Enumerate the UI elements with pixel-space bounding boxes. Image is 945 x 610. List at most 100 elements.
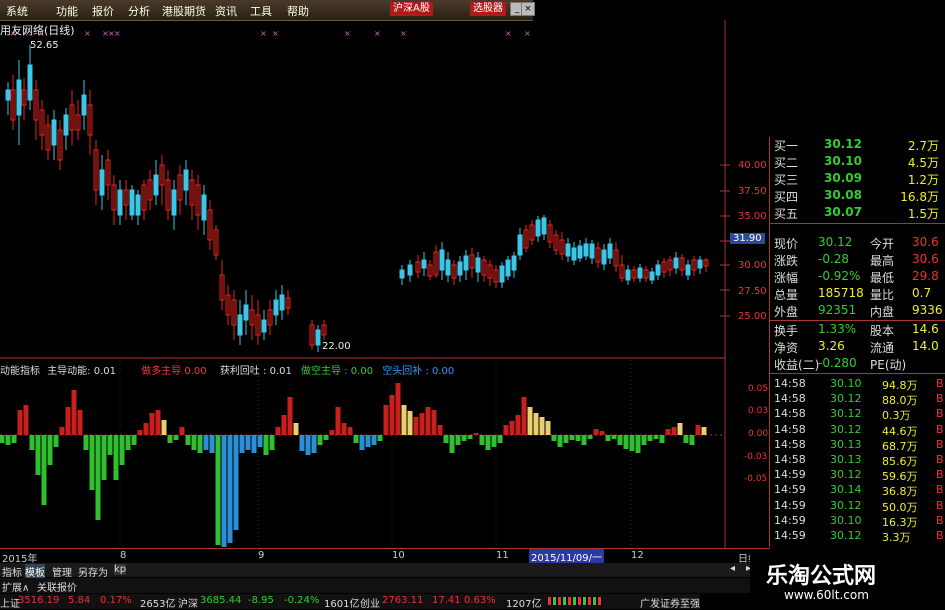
indicator-bar <box>341 423 347 435</box>
indicator-bar <box>443 435 449 443</box>
expand-button[interactable]: 扩展∧ <box>2 579 29 594</box>
tick-volume: 50.0万 <box>882 500 918 514</box>
date-tick: 9 <box>258 550 265 561</box>
price-tick: 37.50 <box>738 186 767 197</box>
tab-save-as[interactable]: 另存为 <box>78 564 108 579</box>
bid-price: 30.08 <box>824 188 862 202</box>
indicator-bar <box>461 435 467 441</box>
indicator-bar <box>221 435 227 547</box>
indicator-bar <box>95 435 101 520</box>
tick-price: 30.10 <box>830 513 862 527</box>
bid-row[interactable]: 买三 30.09 1.2万 <box>770 171 945 187</box>
tick-side: B <box>936 377 944 390</box>
indicator-bar <box>425 407 431 435</box>
tick-price: 30.12 <box>830 529 862 542</box>
indicator-bar <box>485 435 491 450</box>
bid-row[interactable]: 买五 30.07 1.5万 <box>770 205 945 221</box>
menu-system[interactable]: 系统 <box>6 3 28 19</box>
tick-side: B <box>936 529 944 542</box>
indicator-bar <box>527 407 533 435</box>
signal-marker: × <box>505 29 512 38</box>
signal-marker: × <box>272 29 279 38</box>
candle-body <box>439 249 445 271</box>
menu-help[interactable]: 帮助 <box>287 3 309 19</box>
stat-label: 今开 <box>870 237 895 251</box>
tick-time: 14:59 <box>774 498 806 512</box>
indicator-bar <box>59 427 65 435</box>
menu-bar: 系统 功能 报价 分析 港股期货 资讯 工具 帮助 沪深A股 选股器 _ × <box>0 0 535 21</box>
indicator-bar <box>269 435 275 450</box>
stat-label: 涨跌 <box>774 254 799 268</box>
legend-profit-label: 获利回吐 <box>219 366 260 377</box>
candle-body <box>135 194 141 216</box>
index-sh-label[interactable]: 上证 <box>0 595 20 610</box>
indicator-bar <box>0 435 5 443</box>
bid-label: 买五 <box>774 207 799 221</box>
indicator-bar <box>353 435 359 443</box>
indicator-bar <box>371 435 377 445</box>
candle-body <box>279 294 285 311</box>
tick-time: 14:58 <box>774 377 806 390</box>
tick-volume: 3.3万 <box>882 531 911 544</box>
indicator-bar <box>407 411 413 435</box>
indicator-bar <box>149 413 155 435</box>
candle-body <box>5 89 11 101</box>
indicator-tick: 0.03 <box>748 406 769 416</box>
candle-body <box>535 219 541 237</box>
indicator-bar <box>281 415 287 435</box>
indicator-main: 主导动能: 0.01 <box>47 366 117 377</box>
tick-row: 14:58 30.12 88.0万 B <box>770 392 945 408</box>
signal-marker: × <box>84 29 91 38</box>
indicator-bar <box>11 435 17 443</box>
menu-hk-futures[interactable]: 港股期货 <box>162 3 206 19</box>
legend-cover-label: 空头回补 <box>382 366 423 377</box>
stat-value: 92351 <box>818 303 857 317</box>
indicator-bar <box>137 430 143 435</box>
tick-time: 14:59 <box>774 483 806 497</box>
stat-value: -0.92% <box>818 269 861 283</box>
stat-row: 总量 185718 量比 0.7 <box>770 286 945 302</box>
candlestick-chart[interactable]: × × × × × × × × × × × × × × <box>0 20 770 595</box>
index-cy-amount: 1207亿 <box>506 599 542 610</box>
divider <box>770 223 945 224</box>
stat-value: 1.33% <box>818 322 857 336</box>
index-hs-label[interactable]: 沪深 <box>178 595 198 610</box>
tab-kp[interactable]: kp <box>114 564 127 575</box>
candle-body <box>63 114 69 136</box>
indicator-bar <box>629 435 635 451</box>
index-cy-label[interactable]: 创业 <box>360 595 380 610</box>
indicator-bar <box>287 397 293 435</box>
menu-info[interactable]: 资讯 <box>215 3 237 19</box>
tick-volume: 59.6万 <box>882 470 918 484</box>
indicator-bar <box>413 417 419 435</box>
candle-body <box>201 194 207 221</box>
candle-body <box>457 261 463 276</box>
menu-analysis[interactable]: 分析 <box>128 3 150 19</box>
bid-row[interactable]: 买二 30.10 4.5万 <box>770 154 945 170</box>
indicator-bar <box>311 435 317 453</box>
tick-time: 14:58 <box>774 437 806 451</box>
menu-function[interactable]: 功能 <box>56 3 78 19</box>
indicator-bar <box>557 435 563 447</box>
candle-body <box>421 259 427 269</box>
menu-quote[interactable]: 报价 <box>92 3 114 19</box>
related-quotes-tab[interactable]: 关联报价 <box>37 579 77 594</box>
bid-row[interactable]: 买四 30.08 16.8万 <box>770 188 945 204</box>
candle-body <box>601 249 607 265</box>
stat-label: 现价 <box>774 237 799 251</box>
tick-volume: 88.0万 <box>882 394 918 408</box>
market-a-share-button[interactable]: 沪深A股 <box>390 2 433 16</box>
index-hs-value: 3685.44 <box>200 595 242 606</box>
tab-template[interactable]: 模板 <box>25 564 45 579</box>
menu-tools[interactable]: 工具 <box>250 3 272 19</box>
close-icon[interactable]: × <box>521 2 535 16</box>
bid-row[interactable]: 买一 30.12 2.7万 <box>770 137 945 153</box>
tab-manage[interactable]: 管理 <box>52 564 72 579</box>
date-tick: 11 <box>496 550 509 561</box>
tab-indicator[interactable]: 指标 <box>2 564 22 579</box>
indicator-bar <box>689 435 695 445</box>
indicator-name[interactable]: 动能指标 <box>0 366 40 377</box>
scroll-left-icon[interactable]: ◂ <box>730 563 735 574</box>
indicator-bar <box>389 395 395 435</box>
stock-picker-button[interactable]: 选股器 <box>470 2 506 16</box>
